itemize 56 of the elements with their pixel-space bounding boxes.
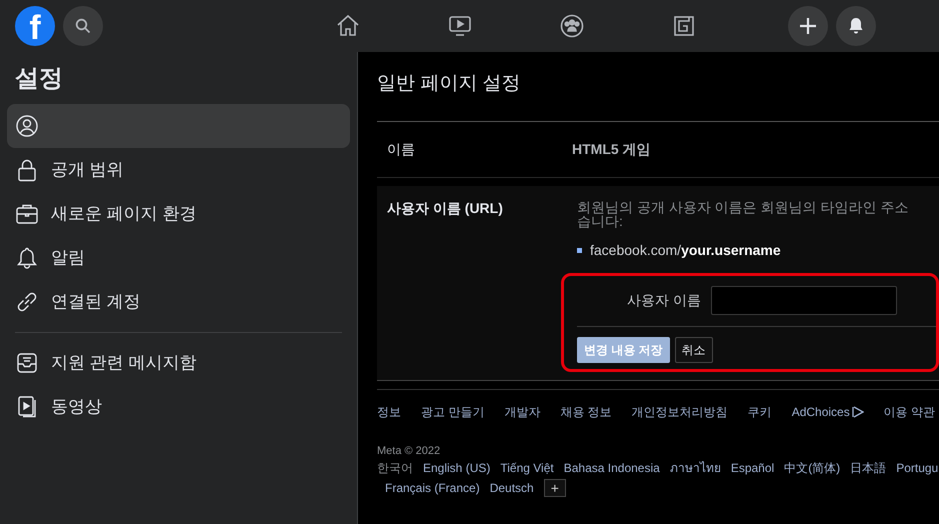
video-icon xyxy=(447,13,473,39)
language-link[interactable]: 中文(简体) xyxy=(784,459,840,477)
cancel-button[interactable]: 취소 xyxy=(674,336,713,362)
sidebar-item[interactable]: 공개 범위 xyxy=(7,148,350,192)
language-link[interactable]: Tiếng Việt xyxy=(500,459,554,477)
footer-link[interactable]: 쿠키 xyxy=(748,402,772,420)
link-icon xyxy=(15,290,39,314)
sidebar-item[interactable]: 알림 xyxy=(7,236,350,280)
footer-link[interactable]: 정보 xyxy=(377,402,401,420)
language-link[interactable]: Español xyxy=(730,459,774,477)
search-button[interactable] xyxy=(63,6,103,46)
description-text: 습니다: xyxy=(577,214,623,228)
current-language: 한국어 xyxy=(377,460,413,477)
language-link[interactable]: ภาษาไทย xyxy=(670,459,721,477)
notifications-button[interactable] xyxy=(836,6,876,46)
row-label: 이름 xyxy=(386,140,416,158)
group-icon xyxy=(559,13,585,39)
sidebar-item[interactable]: 지원 관련 메시지함 xyxy=(7,341,350,385)
more-languages-button[interactable]: + xyxy=(544,479,566,497)
game-icon xyxy=(671,13,697,39)
language-link[interactable]: English (US) xyxy=(423,459,490,477)
footer-link[interactable]: 개인정보처리방침 xyxy=(632,402,728,420)
language-link[interactable]: Français (France) xyxy=(385,479,480,497)
search-icon xyxy=(75,18,91,34)
sidebar-item[interactable]: 새로운 페이지 환경 xyxy=(7,192,350,236)
page-title: 일반 페이지 설정 xyxy=(377,72,522,96)
description-text: 회원님의 공개 사용자 이름은 회원님의 타임라인 주소 xyxy=(577,200,910,214)
briefcase-icon xyxy=(15,202,39,226)
sidebar-title: 설정 xyxy=(14,64,64,94)
logo-icon[interactable]: f xyxy=(15,6,55,46)
copyright: Meta © 2022 xyxy=(377,444,442,458)
language-link[interactable]: 日本語 xyxy=(850,459,886,477)
footer-link[interactable]: 개발자 xyxy=(504,402,540,420)
url-example: facebook.com/your.username xyxy=(590,240,781,260)
bell-icon xyxy=(15,246,39,270)
home-icon xyxy=(335,13,361,39)
language-link[interactable]: Bahasa Indonesia xyxy=(564,459,660,477)
play-icon xyxy=(852,406,864,418)
inbox-icon xyxy=(15,351,39,375)
footer-link[interactable]: 채용 정보 xyxy=(560,402,612,420)
bell-icon xyxy=(847,17,865,35)
bullet-icon xyxy=(577,248,582,252)
sidebar-item[interactable]: 동영상 xyxy=(7,385,350,429)
page-name-value: HTML5 게임 xyxy=(572,140,651,158)
footer-link[interactable]: 광고 만들기 xyxy=(421,402,484,420)
field-label: 사용자 이름 xyxy=(626,291,702,310)
username-field[interactable] xyxy=(711,286,897,315)
sidebar-item[interactable]: 연결된 계정 xyxy=(7,280,350,324)
language-link[interactable]: Deutsch xyxy=(490,479,534,497)
profile-icon xyxy=(15,114,39,138)
create-button[interactable] xyxy=(788,6,828,46)
row-label: 사용자 이름 (URL) xyxy=(386,198,504,218)
plus-icon xyxy=(799,17,817,35)
language-link[interactable]: Portugu xyxy=(896,459,938,477)
footer-link[interactable]: 이용 약관 xyxy=(884,402,936,420)
footer-link[interactable]: AdChoices xyxy=(792,402,864,420)
